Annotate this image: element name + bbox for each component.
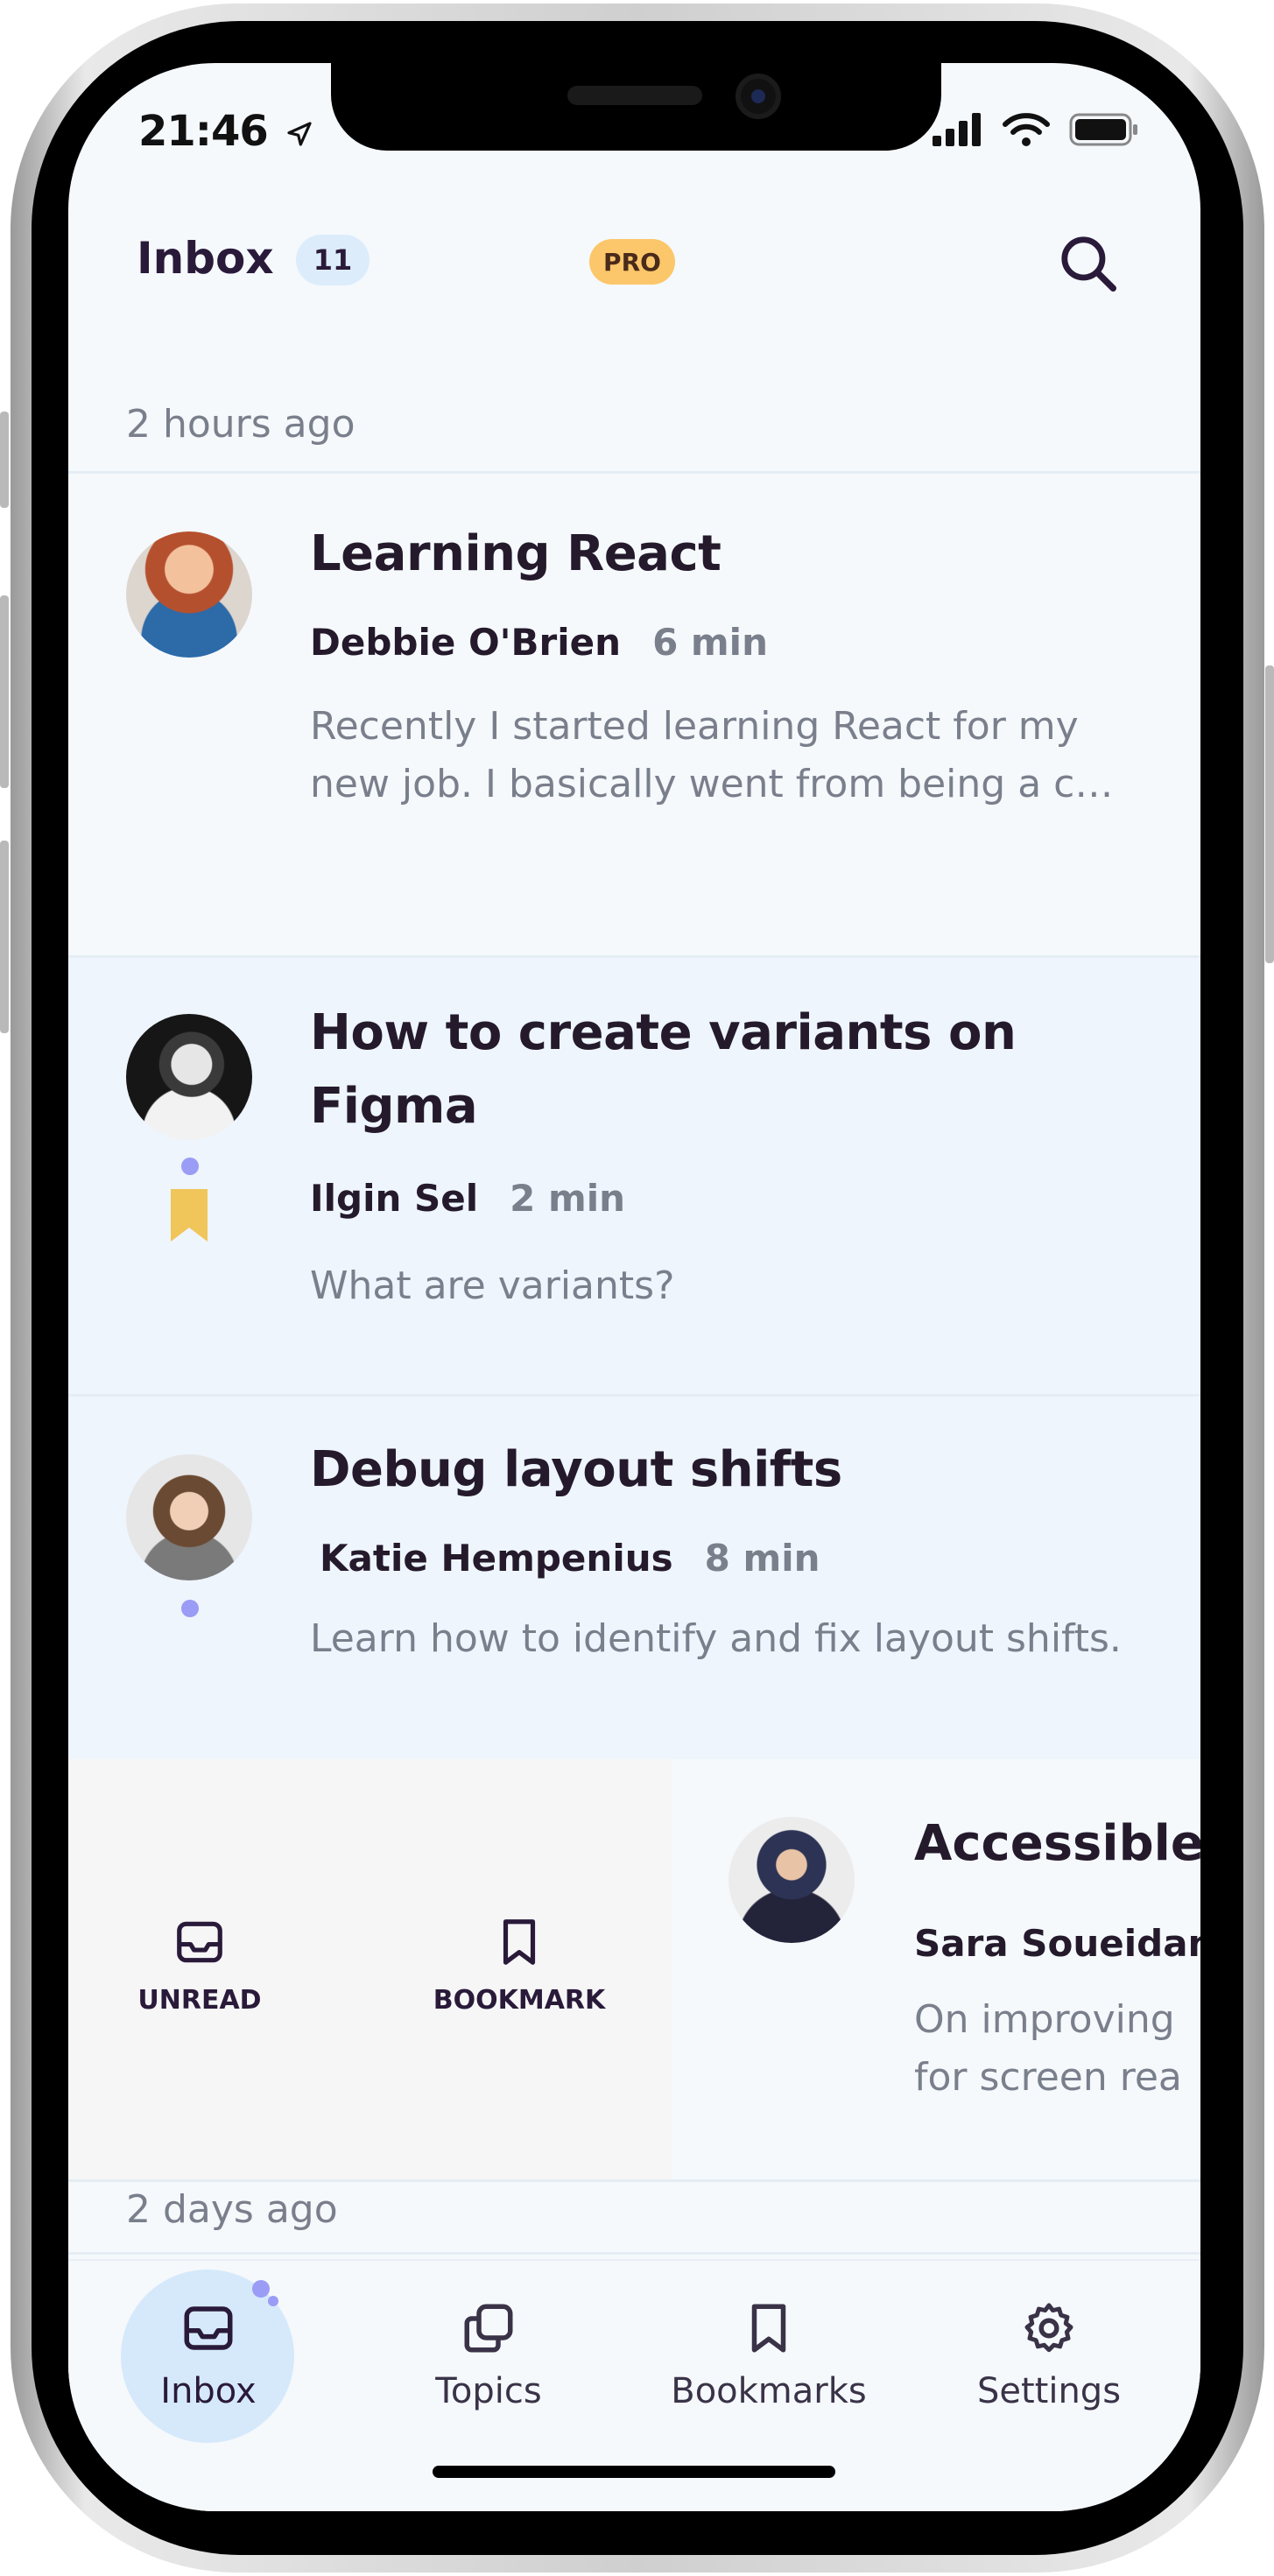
section-label-recent: 2 hours ago <box>126 402 355 447</box>
volume-down-button <box>0 841 9 1033</box>
article-title: Debug layout shifts <box>310 1441 842 1498</box>
article-row[interactable]: Debug layout shifts Katie Hempenius 8 mi… <box>68 1397 1200 1759</box>
tab-settings[interactable]: Settings <box>944 2299 1154 2411</box>
article-row[interactable]: Learning React Debbie O'Brien 6 min Rece… <box>68 474 1200 955</box>
avatar <box>729 1817 855 1943</box>
read-time: 2 min <box>510 1177 626 1220</box>
pro-badge[interactable]: PRO <box>589 239 675 285</box>
article-title: How to create variants on Figma <box>310 1004 1017 1135</box>
search-icon <box>1061 236 1116 292</box>
unread-dot <box>181 1600 199 1617</box>
status-time: 21:46 <box>138 107 313 156</box>
volume-up-button <box>0 595 9 788</box>
status-icons <box>933 110 1139 149</box>
tab-inbox[interactable]: Inbox <box>103 2299 313 2411</box>
article-excerpt: for screen rea <box>914 2055 1182 2100</box>
power-button <box>1265 665 1274 963</box>
page-title: Inbox <box>137 233 274 284</box>
battery-icon <box>1069 113 1137 146</box>
article-title: Accessible <box>914 1815 1200 1872</box>
tab-bookmarks[interactable]: Bookmarks <box>664 2299 874 2411</box>
silent-switch <box>0 412 9 508</box>
article-author: Ilgin Sel <box>310 1177 479 1220</box>
article-excerpt: What are variants? <box>310 1263 675 1308</box>
article-title: Learning React <box>310 525 721 582</box>
read-time: 6 min <box>652 621 768 664</box>
divider <box>68 2252 1200 2255</box>
earpiece <box>567 86 702 105</box>
swipe-label: UNREAD <box>137 1985 262 2016</box>
article-row[interactable]: How to create variants on Figma Ilgin Se… <box>68 958 1200 1394</box>
gear-icon <box>1024 2303 1073 2353</box>
read-time: 8 min <box>704 1537 820 1580</box>
article-row-swiped[interactable]: UNREAD BOOKMARK Accessible Sara Soueidan… <box>68 1759 1200 2179</box>
front-camera <box>736 74 781 119</box>
cellular-signal-icon <box>933 113 981 146</box>
tab-label: Bookmarks <box>671 2371 867 2411</box>
search-button[interactable] <box>1052 228 1123 298</box>
avatar <box>126 1454 252 1580</box>
article-author: Sara Soueidan <box>914 1922 1200 1965</box>
tab-topics[interactable]: Topics <box>384 2299 594 2411</box>
article-author: Katie Hempenius <box>320 1537 673 1580</box>
avatar <box>126 531 252 658</box>
article-meta: Debbie O'Brien 6 min <box>310 621 768 664</box>
swipe-label: BOOKMARK <box>433 1985 606 2016</box>
swiped-article-card[interactable]: Accessible Sara Soueidan On improving fo… <box>672 1759 1200 2179</box>
phone-screen: 21:46 Inbox 11 PRO 2 hours ago Learning … <box>68 63 1200 2511</box>
section-label-older: 2 days ago <box>126 2187 338 2232</box>
inbox-icon <box>177 1921 222 1963</box>
article-author: Debbie O'Brien <box>310 621 622 664</box>
topics-icon <box>464 2304 513 2353</box>
inbox-icon <box>184 2306 233 2350</box>
tab-label: Topics <box>435 2371 542 2411</box>
bookmark-icon <box>171 1189 208 1242</box>
swipe-actions: UNREAD BOOKMARK <box>68 1759 672 2179</box>
notch <box>331 63 941 151</box>
bookmark-button[interactable]: BOOKMARK <box>423 1915 616 2016</box>
location-arrow-icon <box>286 122 312 146</box>
article-meta: Katie Hempenius 8 min <box>320 1537 820 1580</box>
bookmark-icon <box>751 2304 786 2353</box>
unread-count-badge: 11 <box>296 235 370 285</box>
status-time-text: 21:46 <box>138 107 269 156</box>
article-excerpt: Recently I started learning React for my… <box>310 704 1114 806</box>
unread-dot <box>181 1158 199 1175</box>
bookmark-icon <box>503 1919 536 1965</box>
article-meta: Ilgin Sel 2 min <box>310 1177 625 1220</box>
home-indicator[interactable] <box>433 2466 835 2478</box>
tab-label: Settings <box>976 2371 1122 2411</box>
article-excerpt: Learn how to identify and fix layout shi… <box>310 1616 1122 1661</box>
article-excerpt: On improving <box>914 1997 1175 2042</box>
tab-label: Inbox <box>160 2371 257 2411</box>
divider <box>68 2179 1200 2182</box>
wifi-icon <box>1003 113 1050 146</box>
mark-unread-button[interactable]: UNREAD <box>130 1915 270 2016</box>
avatar <box>126 1014 252 1140</box>
